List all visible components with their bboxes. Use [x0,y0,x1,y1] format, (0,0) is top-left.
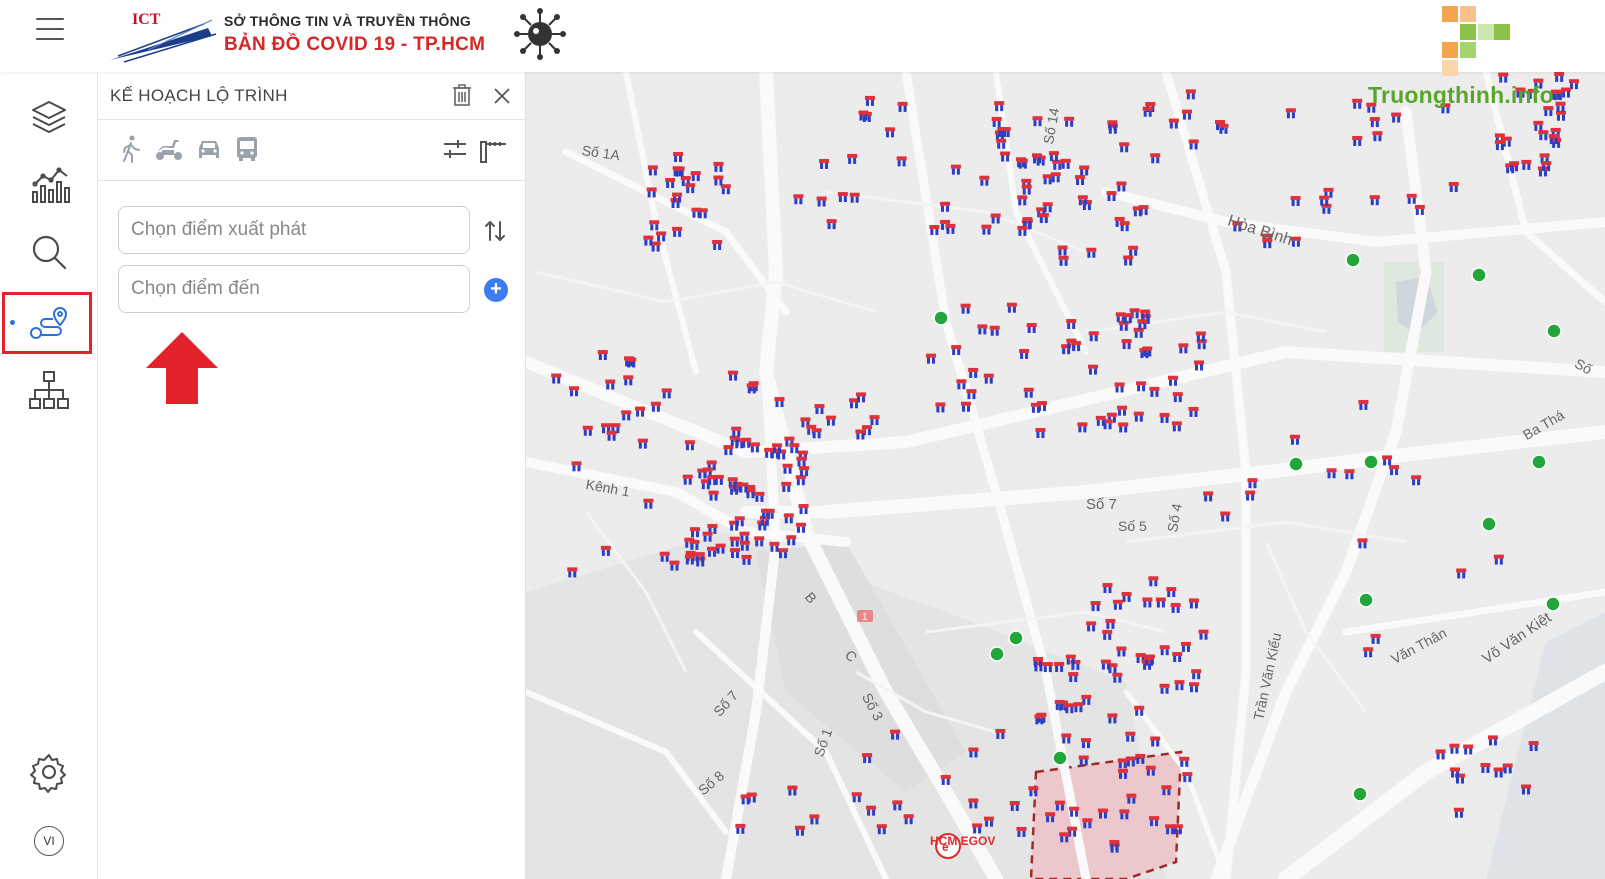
language-switch[interactable]: VI [34,826,64,856]
road-label: Số 7 [1086,496,1117,513]
chart-icon[interactable] [0,152,98,216]
virus-icon [514,8,566,60]
vaccination-point-marker[interactable] [1545,596,1561,612]
vaccination-point-marker[interactable] [1531,454,1547,470]
map-view[interactable]: 1 e Số 1A Hòa Bình Kênh 1 Số 7 Số 5 Số 4… [526,72,1605,879]
add-stop-button[interactable]: + [484,278,508,302]
vaccination-point-marker[interactable] [1008,630,1024,646]
divider [98,119,526,120]
vaccination-point-marker[interactable] [1288,456,1304,472]
gear-icon[interactable] [0,740,98,804]
app-title: BẢN ĐỒ COVID 19 - TP.HCM [224,34,486,55]
road-label: Số 5 [1118,518,1147,534]
scooter-icon[interactable] [154,134,184,164]
car-icon[interactable] [194,134,224,164]
walk-icon[interactable] [116,134,146,164]
close-icon[interactable] [490,82,514,108]
divider [98,180,526,181]
vaccination-point-marker[interactable] [1546,323,1562,339]
vaccination-point-marker[interactable] [1481,516,1497,532]
hamburger-icon[interactable] [36,18,64,42]
vaccination-point-marker[interactable] [1052,750,1068,766]
vaccination-point-marker[interactable] [1345,252,1361,268]
vaccination-point-marker[interactable] [1363,454,1379,470]
network-icon[interactable] [0,358,98,422]
sliders-icon[interactable] [440,134,470,164]
vaccination-point-marker[interactable] [1358,592,1374,608]
vaccination-point-marker[interactable] [1352,786,1368,802]
layers-icon[interactable] [0,84,98,148]
route-icon[interactable] [0,290,98,354]
vaccination-point-marker[interactable] [1471,267,1487,283]
route-panel: KẾ HOẠCH LỘ TRÌNH Chọn điểm xuất phát Ch… [98,72,526,879]
toll-barrier-icon[interactable] [478,134,508,164]
vaccination-point-marker[interactable] [989,646,1005,662]
swap-icon[interactable] [482,218,508,244]
vaccination-point-marker[interactable] [933,310,949,326]
ict-logo: ICT [110,11,217,63]
start-point-input[interactable] [118,206,470,254]
app-header: ICT SỞ THÔNG TIN VÀ TRUYỀN THÔNG BẢN ĐỒ … [0,0,1605,76]
egov-label: HCM EGOV [930,834,996,848]
org-name: SỞ THÔNG TIN VÀ TRUYỀN THÔNG [224,13,471,29]
svg-text:1: 1 [862,612,868,623]
destination-input[interactable] [118,265,470,313]
search-icon[interactable] [0,220,98,284]
watermark-logo [1442,6,1510,76]
map-base: 1 e [526,72,1605,879]
red-arrow-annotation [146,332,218,404]
sidebar: VI [0,72,98,879]
panel-title: KẾ HOẠCH LỘ TRÌNH [110,86,288,105]
watermark: Truongthinh.info [1368,82,1554,108]
svg-text:ICT: ICT [132,11,161,28]
bus-icon[interactable] [232,134,262,164]
trash-icon[interactable] [450,82,474,108]
